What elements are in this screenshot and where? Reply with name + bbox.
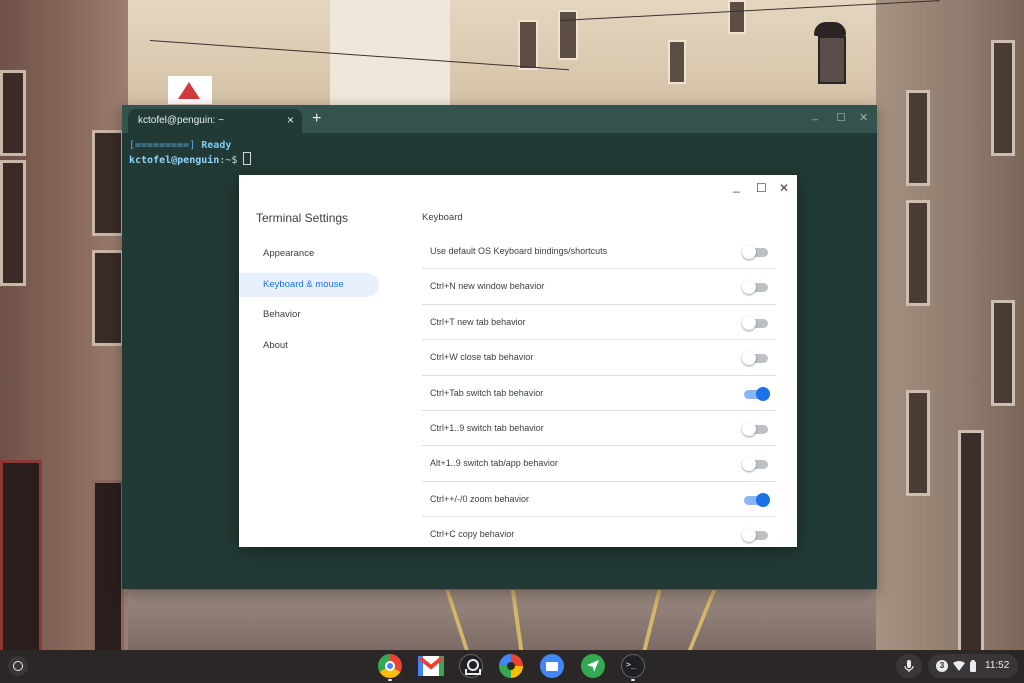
option-label: Ctrl+C copy behavior [430, 529, 515, 540]
chrome-icon[interactable] [378, 654, 402, 678]
toggle-switch[interactable] [742, 421, 770, 436]
minimize-icon[interactable]: _ [812, 109, 818, 121]
notification-count-badge: 3 [936, 660, 948, 672]
running-indicator [388, 679, 392, 681]
option-row: Ctrl+T new tab behavior [422, 305, 776, 341]
status-tray[interactable]: 3 11:52 [928, 654, 1018, 678]
option-label: Ctrl+W close tab behavior [430, 352, 534, 363]
option-label: Use default OS Keyboard bindings/shortcu… [430, 246, 608, 256]
settings-minimize-icon[interactable]: _ [733, 179, 740, 193]
wallpaper-building-right [876, 0, 1024, 683]
option-row: Ctrl+N new window behavior [422, 269, 776, 305]
terminal-tab-title: kctofel@penguin: ~ [138, 115, 225, 126]
section-title-keyboard: Keyboard [422, 212, 463, 223]
keyboard-options-list: Use default OS Keyboard bindings/shortcu… [422, 234, 776, 547]
terminal-status: Ready [201, 140, 232, 151]
option-label: Ctrl++/-/0 zoom behavior [430, 493, 530, 504]
toggle-switch[interactable] [742, 280, 770, 295]
terminal-settings-dialog[interactable]: _ ☐ ✕ Terminal Settings Appearance Keybo… [239, 175, 797, 547]
terminal-cursor [243, 152, 252, 165]
toggle-switch[interactable] [742, 528, 770, 543]
toggle-switch[interactable] [742, 245, 770, 259]
nav-item-behavior[interactable]: Behavior [239, 303, 379, 327]
terminal-titlebar[interactable]: kctofel@penguin: ~ × + _ ☐ ✕ [122, 105, 877, 133]
toggle-switch[interactable] [742, 315, 770, 330]
option-row: Ctrl+C copy behavior [422, 517, 776, 547]
wallpaper-building-back [128, 0, 876, 105]
wallpaper-warning-triangle [178, 82, 200, 99]
option-label: Ctrl+T new tab behavior [430, 316, 526, 327]
wallpaper-building-left [0, 0, 128, 683]
settings-maximize-icon[interactable]: ☐ [756, 181, 767, 195]
toggle-switch[interactable] [742, 492, 770, 507]
nav-item-keyboard-mouse[interactable]: Keyboard & mouse [239, 272, 379, 297]
nav-item-about[interactable]: About [239, 334, 379, 358]
microphone-icon [904, 660, 914, 672]
option-label: Ctrl+Tab switch tab behavior [430, 387, 544, 398]
settings-close-icon[interactable]: ✕ [779, 181, 789, 195]
shelf: >_ 3 11:52 [0, 650, 1024, 683]
nav-item-appearance[interactable]: Appearance [239, 242, 379, 266]
option-row: Ctrl+1..9 switch tab behavior [422, 411, 776, 447]
photos-icon[interactable] [499, 654, 523, 678]
running-indicator [631, 679, 635, 681]
terminal-prompt-user: kctofel@penguin [129, 155, 220, 166]
clock-time: 11:52 [985, 660, 1010, 671]
app-icon[interactable] [459, 654, 483, 678]
launcher-button[interactable] [8, 656, 28, 676]
close-tab-icon[interactable]: × [287, 114, 294, 126]
terminal-prompt-path: :~$ [219, 155, 238, 166]
wallpaper-street [128, 590, 876, 650]
option-row: Alt+1..9 switch tab/app behavior [422, 446, 776, 482]
wallpaper-sky [330, 0, 450, 105]
option-label: Ctrl+1..9 switch tab behavior [430, 422, 544, 433]
battery-icon [970, 660, 976, 672]
settings-title: Terminal Settings [256, 211, 349, 225]
toggle-switch[interactable] [742, 457, 770, 472]
gmail-icon[interactable] [418, 656, 444, 676]
send-icon[interactable] [581, 654, 605, 678]
option-row: Ctrl+Tab switch tab behavior [422, 376, 776, 411]
settings-nav: Appearance Keyboard & mouse Behavior Abo… [239, 242, 379, 364]
wallpaper-street-lamp [808, 10, 852, 90]
wifi-icon [953, 661, 965, 671]
terminal-icon[interactable]: >_ [621, 654, 645, 678]
new-tab-button[interactable]: + [312, 111, 321, 127]
terminal-icon-glyph: >_ [626, 660, 636, 669]
option-row: Ctrl++/-/0 zoom behavior [422, 482, 776, 518]
files-icon[interactable] [540, 654, 564, 678]
terminal-output[interactable]: [=========] Ready kctofel@penguin:~$ [129, 139, 252, 167]
terminal-tab[interactable]: kctofel@penguin: ~ × [128, 109, 302, 133]
option-row: Use default OS Keyboard bindings/shortcu… [422, 234, 776, 270]
option-label: Ctrl+N new window behavior [430, 281, 545, 292]
terminal-progress-bar: [=========] [129, 140, 196, 151]
toggle-switch[interactable] [742, 351, 770, 366]
option-row: Ctrl+W close tab behavior [422, 340, 776, 376]
option-label: Alt+1..9 switch tab/app behavior [430, 458, 558, 469]
toggle-switch[interactable] [742, 386, 770, 401]
maximize-icon[interactable]: ☐ [836, 112, 846, 124]
close-icon[interactable]: ✕ [859, 112, 868, 124]
microphone-button[interactable] [896, 654, 922, 678]
